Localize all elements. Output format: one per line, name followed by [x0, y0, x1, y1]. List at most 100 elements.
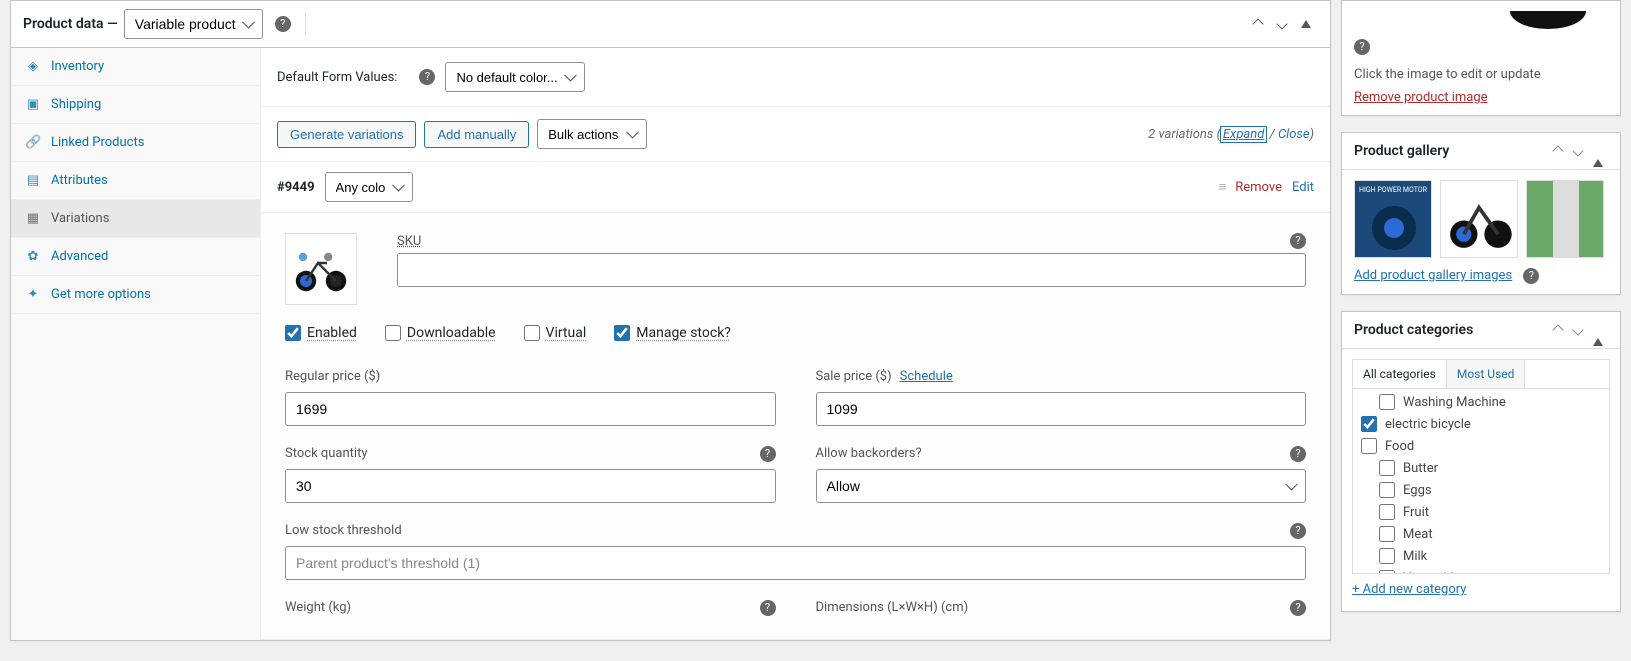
product-data-title: Product data — — [23, 16, 118, 32]
panel-up-icon[interactable] — [1548, 322, 1568, 338]
sale-price-input[interactable] — [816, 392, 1307, 426]
category-item[interactable]: Food — [1361, 435, 1601, 457]
panel-down-icon[interactable] — [1568, 143, 1588, 159]
panel-collapse-icon[interactable] — [1588, 143, 1608, 159]
help-icon[interactable]: ? — [760, 446, 776, 462]
tab-shipping[interactable]: ▣Shipping — [11, 86, 260, 124]
category-checkbox[interactable] — [1361, 438, 1377, 454]
tab-most-used[interactable]: Most Used — [1447, 360, 1526, 388]
category-checkbox[interactable] — [1379, 526, 1395, 542]
category-checkbox[interactable] — [1361, 416, 1377, 432]
variation-attribute-select[interactable]: Any color… — [325, 172, 413, 202]
category-label: Milk — [1403, 549, 1427, 564]
category-checkbox[interactable] — [1379, 394, 1395, 410]
tab-get-more[interactable]: ✦Get more options — [11, 276, 260, 314]
add-manually-button[interactable]: Add manually — [424, 121, 529, 148]
category-list[interactable]: Washing Machineelectric bicycle Food Butte… — [1352, 388, 1610, 574]
panel-collapse-icon[interactable] — [1294, 12, 1318, 36]
category-checkbox[interactable] — [1379, 570, 1395, 574]
help-icon[interactable]: ? — [760, 600, 776, 616]
drag-handle-icon[interactable]: ≡ — [1219, 179, 1226, 195]
virtual-checkbox[interactable]: Virtual — [524, 325, 587, 341]
backorders-select[interactable]: Allow — [816, 469, 1307, 503]
category-checkbox[interactable] — [1379, 504, 1395, 520]
sku-label: SKU ? — [397, 233, 1306, 249]
panel-down-icon[interactable] — [1568, 322, 1588, 338]
gallery-thumb[interactable] — [1440, 180, 1518, 258]
dimensions-label: Dimensions (L×W×H) (cm) — [816, 600, 1307, 615]
regular-price-label: Regular price ($) — [285, 369, 776, 384]
category-checkbox[interactable] — [1379, 548, 1395, 564]
product-type-select[interactable]: Variable product — [124, 9, 263, 39]
help-icon[interactable]: ? — [1523, 268, 1539, 284]
category-label: Meat — [1403, 527, 1433, 542]
category-item[interactable]: Meat — [1361, 523, 1601, 545]
stock-quantity-input[interactable] — [285, 469, 776, 503]
category-item[interactable]: electric bicycle — [1361, 413, 1601, 435]
gallery-thumb[interactable] — [1526, 180, 1604, 258]
manage-stock-checkbox[interactable]: Manage stock? — [614, 325, 731, 341]
variations-content: Default Form Values: ? No default color.… — [261, 48, 1330, 640]
panel-up-icon[interactable] — [1548, 143, 1568, 159]
tab-advanced[interactable]: ✿Advanced — [11, 238, 260, 276]
category-item[interactable]: Vegetable — [1361, 567, 1601, 574]
variation-image-thumb[interactable] — [285, 233, 357, 305]
category-label: Vegetable — [1403, 571, 1461, 575]
sale-price-label: Sale price ($) Schedule — [816, 369, 1307, 384]
help-icon[interactable]: ? — [1290, 446, 1306, 462]
tab-all-categories[interactable]: All categories — [1353, 360, 1447, 389]
product-data-panel: Product data — Variable product ? ◈Inven… — [10, 0, 1331, 641]
category-checkbox[interactable] — [1379, 482, 1395, 498]
category-item[interactable]: Fruit — [1361, 501, 1601, 523]
help-icon[interactable]: ? — [275, 16, 291, 32]
categories-title: Product categories — [1354, 322, 1473, 338]
panel-up-icon[interactable] — [1246, 12, 1270, 36]
variation-count-meta: 2 variations (Expand / Close) — [1148, 127, 1314, 142]
svg-text:HIGH POWER MOTOR: HIGH POWER MOTOR — [1359, 186, 1428, 194]
product-data-tabs: ◈Inventory ▣Shipping 🔗Linked Products ▤A… — [11, 48, 261, 640]
variation-body: SKU ? Enabled Downloadable Virtual Manag… — [261, 213, 1330, 640]
panel-collapse-icon[interactable] — [1588, 322, 1608, 338]
edit-variation-link[interactable]: Edit — [1292, 180, 1314, 195]
regular-price-input[interactable] — [285, 392, 776, 426]
tab-variations[interactable]: ▦Variations — [11, 200, 260, 238]
remove-product-image-link[interactable]: Remove product image — [1354, 90, 1488, 105]
enabled-checkbox[interactable]: Enabled — [285, 325, 357, 341]
category-item[interactable]: Milk — [1361, 545, 1601, 567]
downloadable-checkbox[interactable]: Downloadable — [385, 325, 496, 341]
default-color-select[interactable]: No default color... — [445, 62, 585, 92]
category-item[interactable]: Butter — [1361, 457, 1601, 479]
category-item[interactable]: Washing Machine — [1361, 391, 1601, 413]
variations-toolbar: Generate variations Add manually Bulk ac… — [261, 107, 1330, 162]
product-gallery-box: Product gallery HIGH POWER MOTOR Add pro… — [1341, 132, 1621, 295]
low-stock-input[interactable] — [285, 546, 1306, 580]
tab-linked-products[interactable]: 🔗Linked Products — [11, 124, 260, 162]
add-new-category-link[interactable]: + Add new category — [1352, 582, 1466, 597]
category-item[interactable]: Eggs — [1361, 479, 1601, 501]
gallery-thumb[interactable]: HIGH POWER MOTOR — [1354, 180, 1432, 258]
sku-input[interactable] — [397, 253, 1306, 287]
product-image-preview[interactable] — [1488, 11, 1588, 31]
expand-link[interactable]: Expand — [1221, 127, 1266, 142]
variation-header[interactable]: #9449 Any color… ≡ Remove Edit — [261, 162, 1330, 213]
tab-attributes[interactable]: ▤Attributes — [11, 162, 260, 200]
help-icon[interactable]: ? — [1354, 39, 1370, 55]
remove-variation-link[interactable]: Remove — [1235, 180, 1282, 195]
help-icon[interactable]: ? — [419, 69, 435, 85]
bike-icon — [291, 244, 351, 294]
category-checkbox[interactable] — [1379, 460, 1395, 476]
category-label: Eggs — [1403, 483, 1432, 498]
product-image-hint: Click the image to edit or update — [1354, 67, 1608, 82]
panel-down-icon[interactable] — [1270, 12, 1294, 36]
tab-inventory[interactable]: ◈Inventory — [11, 48, 260, 86]
close-link[interactable]: Close — [1278, 127, 1310, 142]
help-icon[interactable]: ? — [1290, 233, 1306, 249]
generate-variations-button[interactable]: Generate variations — [277, 121, 416, 148]
bulk-actions-select[interactable]: Bulk actions — [537, 119, 647, 149]
help-icon[interactable]: ? — [1290, 600, 1306, 616]
schedule-link[interactable]: Schedule — [900, 369, 953, 384]
add-gallery-images-link[interactable]: Add product gallery images — [1354, 268, 1512, 283]
help-icon[interactable]: ? — [1290, 523, 1306, 539]
category-label: Butter — [1403, 461, 1438, 476]
category-label: Food — [1385, 439, 1414, 454]
